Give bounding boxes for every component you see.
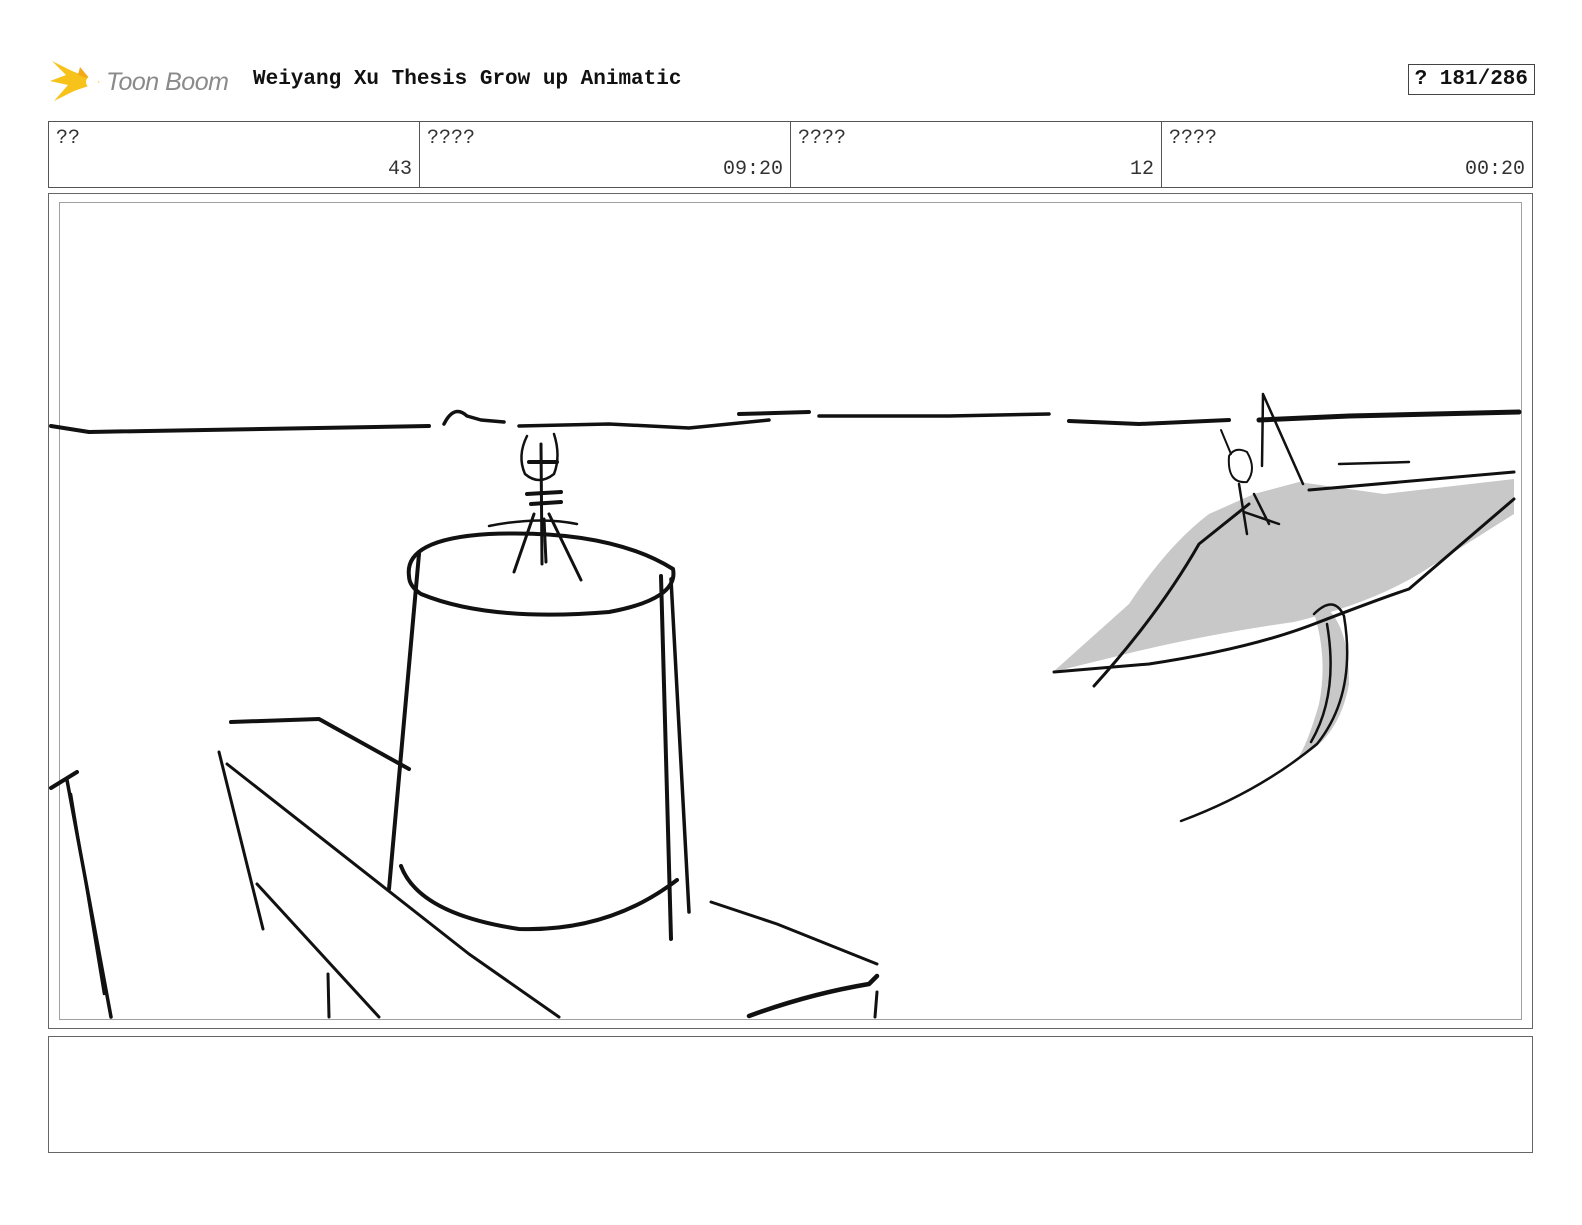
flame-icon: [50, 61, 100, 101]
info-label: ????: [798, 127, 847, 150]
storyboard-panel: [48, 193, 1533, 1029]
info-label: ????: [1169, 127, 1218, 150]
info-cell-panel: ???? 12: [791, 122, 1162, 187]
info-cell-scene: ?? 43: [49, 122, 420, 187]
info-cell-scene-duration: ???? 09:20: [420, 122, 791, 187]
shot-info-row: ?? 43 ???? 09:20 ???? 12 ???? 00:20: [48, 121, 1533, 188]
panel-notes-box: [48, 1036, 1533, 1153]
info-label: ????: [427, 127, 476, 150]
document-title: Weiyang Xu Thesis Grow up Animatic: [253, 68, 682, 91]
info-value: 12: [1129, 158, 1154, 181]
toon-boom-logo: Toon Boom: [50, 57, 229, 107]
info-label: ??: [56, 127, 81, 150]
info-value: 00:20: [1464, 158, 1525, 181]
logo-text: Toon Boom: [106, 67, 229, 96]
info-cell-panel-duration: ???? 00:20: [1162, 122, 1532, 187]
info-value: 43: [387, 158, 412, 181]
panel-sketch-image: [49, 392, 1522, 1019]
page-header: Toon Boom Weiyang Xu Thesis Grow up Anim…: [50, 55, 1535, 110]
page-indicator: ? 181/286: [1407, 64, 1535, 95]
info-value: 09:20: [722, 158, 783, 181]
